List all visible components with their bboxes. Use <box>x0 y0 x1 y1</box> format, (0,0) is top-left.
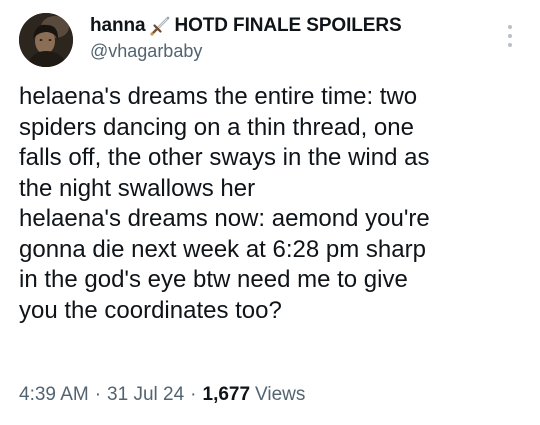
tweet-text-line: helaena's dreams the entire time: two <box>19 83 418 110</box>
user-info: hanna HOTD FINALE SPOILERS @vhagarbaby <box>90 14 402 62</box>
name-row[interactable]: hanna HOTD FINALE SPOILERS <box>90 14 402 38</box>
tweet-text-line: the night swallows her <box>19 174 256 202</box>
more-dot-icon <box>508 25 512 29</box>
more-dot-icon <box>508 34 512 38</box>
user-handle[interactable]: @vhagarbaby <box>90 41 402 62</box>
meta-separator: · <box>190 384 197 405</box>
display-name[interactable]: hanna <box>90 15 146 37</box>
more-options-button[interactable] <box>503 22 517 50</box>
tweet: hanna HOTD FINALE SPOILERS @vhagarbaby h… <box>0 0 540 425</box>
tweet-text-line: in the god's eye btw need me to give <box>19 266 408 293</box>
tweet-date[interactable]: 31 Jul 24 <box>107 384 184 406</box>
display-name-suffix[interactable]: HOTD FINALE SPOILERS <box>174 15 401 37</box>
meta-separator: · <box>94 384 102 405</box>
avatar-photo <box>19 13 73 67</box>
more-dot-icon <box>508 43 512 47</box>
dagger-icon <box>149 15 171 37</box>
tweet-text-line: you the coordinates too? <box>19 296 282 324</box>
tweet-text-line: gonna die next week at 6:28 pm sharp <box>19 235 426 263</box>
tweet-text-line: spiders dancing on a thin thread, one <box>19 113 414 141</box>
avatar[interactable] <box>19 13 73 67</box>
tweet-text-line: falls off, the other sways in the wind a… <box>19 144 430 171</box>
tweet-text: helaena's dreams the entire time: two sp… <box>19 82 524 326</box>
views-count: 1,677 <box>202 384 251 405</box>
tweet-meta: 4:39 AM · 31 Jul 24 · 1,677 Views <box>19 384 305 406</box>
views-label: Views <box>255 384 306 405</box>
tweet-time[interactable]: 4:39 AM <box>19 384 89 406</box>
tweet-text-line: helaena's dreams now: aemond you're <box>19 205 430 232</box>
